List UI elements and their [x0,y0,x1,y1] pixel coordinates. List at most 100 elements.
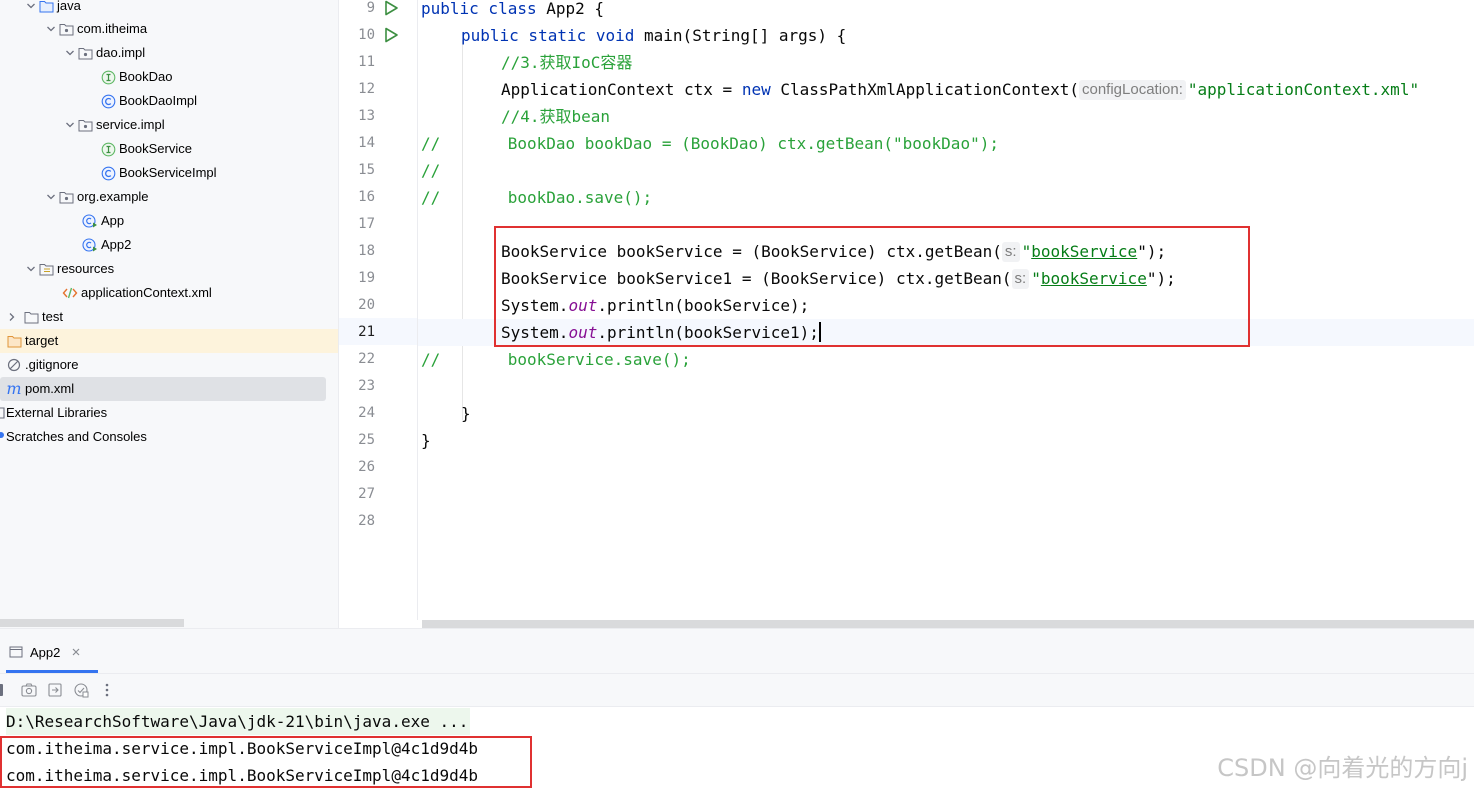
run-tab-app2[interactable]: App2 [8,639,80,665]
run-tab-bar: App2 [0,629,1474,674]
console-command-line: D:\ResearchSoftware\Java\jdk-21\bin\java… [6,708,471,735]
tree-item-label: .gitignore [25,357,79,372]
source-folder-icon [38,0,54,14]
line-number: 16 [358,189,375,205]
chevron-down-icon[interactable] [44,190,58,204]
tree-item-com-itheima[interactable]: com.itheima [0,17,338,41]
active-tab-indicator [6,670,98,673]
class-icon [100,165,116,181]
line-number: 22 [358,351,375,367]
chevron-down-icon[interactable] [44,22,58,36]
tree-item-service-impl[interactable]: service.impl [0,113,338,137]
editor-gutter: 9 10 11 12 13 14 15 16 17 18 19 20 21 22… [339,0,418,620]
tree-item-external-libraries[interactable]: External Libraries [0,401,338,425]
chevron-down-icon[interactable] [24,262,38,276]
code-line: ApplicationContext ctx = new ClassPathXm… [501,80,1420,100]
camera-icon[interactable] [18,679,40,701]
tree-item-bookdaoimpl[interactable]: BookDaoImpl [0,89,338,113]
tree-item-test[interactable]: test [0,305,338,329]
run-tab-label: App2 [30,644,61,660]
line-number: 18 [358,243,375,259]
code-line: //3.获取IoC容器 [501,53,633,72]
more-options-icon[interactable] [96,679,118,701]
package-icon [77,117,93,133]
code-line: } [461,404,471,423]
chevron-down-icon[interactable] [63,118,77,132]
tree-item-label: test [42,309,63,324]
code-line: } [421,431,431,450]
package-icon [77,45,93,61]
tree-item-label: service.impl [96,117,165,132]
line-number: 28 [358,513,375,529]
chevron-down-icon[interactable] [63,46,77,60]
tree-item-label: BookDaoImpl [119,93,198,108]
tree-item-label: target [25,333,59,348]
package-icon [58,189,74,205]
line-number: 26 [358,459,375,475]
tree-item-dao-impl[interactable]: dao.impl [0,41,338,65]
tree-item-java[interactable]: java [0,0,338,18]
line-number: 12 [358,81,375,97]
code-line: //4.获取bean [501,107,611,126]
resources-folder-icon [38,261,54,277]
run-toolbar [0,674,1474,707]
chevron-right-icon[interactable] [5,310,19,324]
line-number: 11 [358,54,375,70]
tree-item-app[interactable]: App [0,209,338,233]
interface-icon [100,69,116,85]
parameter-hint: configLocation: [1078,80,1186,100]
tree-item-scratches[interactable]: Scratches and Consoles [0,425,338,449]
line-number: 9 [366,0,375,16]
editor-horizontal-scrollbar[interactable] [422,620,1474,628]
line-number: 14 [358,135,375,151]
dump-threads-icon[interactable] [70,679,92,701]
line-number: 17 [358,216,375,232]
tree-item-gitignore[interactable]: .gitignore [0,353,338,377]
tree-horizontal-scrollbar[interactable] [0,619,184,627]
line-number: 19 [358,270,375,286]
run-class-icon[interactable] [383,0,399,16]
class-icon [100,93,116,109]
tree-item-org-example[interactable]: org.example [0,185,338,209]
line-number: 27 [358,486,375,502]
code-line: public class App2 { [421,0,605,18]
tree-item-label: applicationContext.xml [81,285,212,300]
line-number: 15 [358,162,375,178]
line-number: 24 [358,405,375,421]
code-line: // bookDao.save(); [421,188,653,207]
tree-item-label: Scratches and Consoles [6,429,147,444]
highlight-box-console [0,736,532,788]
chevron-down-icon[interactable] [24,0,38,13]
code-line: // [421,161,441,180]
interface-icon [100,141,116,157]
code-line: // BookDao bookDao = (BookDao) ctx.getBe… [421,134,999,153]
line-number: 23 [358,378,375,394]
tree-item-label: BookService [119,141,192,156]
tree-item-bookserviceimpl[interactable]: BookServiceImpl [0,161,338,185]
tree-item-label: External Libraries [6,405,108,420]
run-config-icon [8,644,24,660]
tree-item-pom-xml[interactable]: m pom.xml [0,377,326,401]
tree-item-app2[interactable]: App2 [0,233,338,257]
xml-file-icon [62,285,78,301]
close-icon[interactable] [72,648,80,656]
stop-icon[interactable] [0,679,6,701]
folder-icon [23,309,39,325]
tree-item-target[interactable]: target [0,329,338,353]
tree-item-applicationcontext-xml[interactable]: applicationContext.xml [0,281,338,305]
tree-item-bookdao[interactable]: BookDao [0,65,338,89]
tree-item-label: com.itheima [77,21,148,36]
watermark: CSDN @向着光的方向j [1217,754,1468,782]
ignore-file-icon [6,357,22,373]
tree-item-bookservice[interactable]: BookService [0,137,338,161]
import-icon[interactable] [44,679,66,701]
excluded-folder-icon [6,333,22,349]
runnable-class-icon [82,213,98,229]
line-number: 10 [358,27,375,43]
tree-item-resources[interactable]: resources [0,257,338,281]
line-number: 25 [358,432,375,448]
code-line: public static void main(String[] args) { [461,26,847,45]
package-icon [58,21,74,37]
run-main-icon[interactable] [383,27,399,43]
line-number: 13 [358,108,375,124]
